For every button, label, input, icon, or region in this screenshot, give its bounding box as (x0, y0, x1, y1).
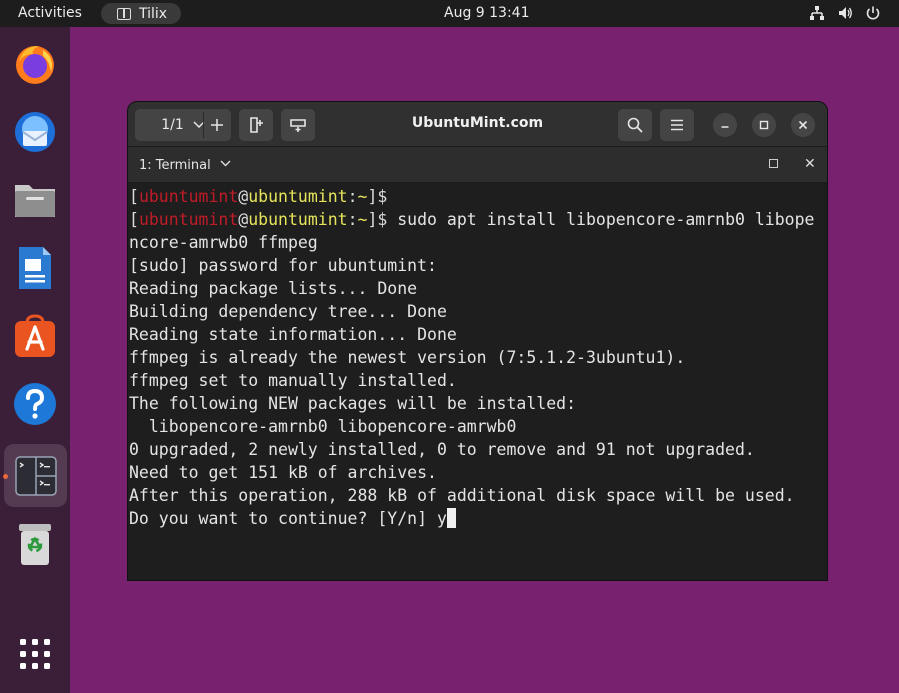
thunderbird-launcher[interactable] (12, 109, 58, 155)
question-text: Do you want to continue? [Y/n] y (129, 509, 447, 528)
output-line: Building dependency tree... Done (129, 302, 447, 321)
chevron-down-icon[interactable] (220, 160, 231, 167)
files-launcher[interactable] (12, 177, 58, 223)
system-tray[interactable] (809, 5, 881, 21)
show-apps-button[interactable] (12, 631, 58, 677)
output-line: [sudo] password for ubuntumint: (129, 256, 437, 275)
help-launcher[interactable] (12, 381, 58, 427)
command-text: sudo apt install libopencore-amrnb0 libo… (387, 210, 815, 229)
close-icon (798, 120, 808, 130)
maximize-button[interactable] (752, 113, 776, 137)
terminal-cursor (446, 508, 456, 528)
find-button[interactable] (618, 109, 652, 141)
menu-button[interactable] (660, 109, 694, 141)
thunderbird-icon (15, 112, 55, 152)
add-terminal-down-button[interactable] (281, 109, 315, 141)
firefox-icon (16, 46, 54, 84)
tilix-icon (14, 455, 57, 496)
dock (0, 27, 70, 693)
network-icon[interactable] (809, 5, 825, 21)
minimize-button[interactable] (713, 113, 737, 137)
split-right-icon (250, 117, 263, 133)
search-icon (627, 117, 643, 133)
split-divider (203, 112, 204, 138)
app-menu-button[interactable]: Tilix (101, 3, 181, 24)
terminal-output[interactable]: [ubuntumint@ubuntumint:~]$ [ubuntumint@ub… (128, 183, 827, 580)
split-down-icon (290, 119, 306, 132)
trash-launcher[interactable] (12, 521, 58, 567)
power-icon[interactable] (865, 5, 881, 21)
command-line: [ubuntumint@ubuntumint:~]$ sudo apt inst… (129, 210, 815, 229)
trash-icon (19, 524, 51, 565)
session-counter: 1/1 (161, 117, 184, 133)
show-apps-icon (20, 639, 50, 669)
files-icon (15, 185, 55, 217)
question-line: Do you want to continue? [Y/n] y (129, 507, 827, 530)
header-bar[interactable]: 1/1 UbuntuMint.com (128, 102, 827, 147)
minimize-icon (721, 126, 729, 128)
session-switcher-button[interactable]: 1/1 (135, 109, 231, 141)
output-line: 0 upgraded, 2 newly installed, 0 to remo… (129, 440, 755, 459)
activities-button[interactable]: Activities (18, 5, 82, 21)
prompt-line: [ubuntumint@ubuntumint:~]$ (129, 187, 388, 206)
plus-icon[interactable] (210, 118, 224, 132)
output-line: Need to get 151 kB of archives. (129, 463, 437, 482)
clock[interactable]: Aug 9 13:41 (444, 5, 530, 21)
hamburger-menu-icon (671, 119, 683, 131)
firefox-launcher[interactable] (12, 41, 58, 87)
output-line: Reading package lists... Done (129, 279, 418, 298)
terminal-titlebar[interactable]: 1: Terminal ✕ (128, 147, 827, 183)
close-button[interactable] (791, 113, 815, 137)
output-line: After this operation, 288 kB of addition… (129, 486, 795, 505)
output-line: Reading state information... Done (129, 325, 457, 344)
add-terminal-right-button[interactable] (239, 109, 273, 141)
app-center-icon (15, 314, 55, 357)
tilix-window: 1/1 UbuntuMint.com 1: Terminal ✕ [ubuntu… (127, 101, 828, 581)
volume-icon[interactable] (837, 5, 853, 21)
app-center-launcher[interactable] (12, 313, 58, 359)
output-line: The following NEW packages will be insta… (129, 394, 577, 413)
tilix-launcher[interactable] (4, 444, 67, 507)
top-bar: Activities Tilix Aug 9 13:41 (0, 0, 899, 27)
app-menu-label: Tilix (139, 5, 168, 22)
output-line: ffmpeg is already the newest version (7:… (129, 348, 686, 367)
command-wrap-line: ncore-amrwb0 ffmpeg (129, 233, 318, 252)
writer-launcher[interactable] (12, 245, 58, 291)
help-icon (14, 383, 56, 425)
output-line: libopencore-amrnb0 libopencore-amrwb0 (129, 417, 517, 436)
maximize-icon (759, 120, 769, 130)
libreoffice-writer-icon (19, 247, 51, 289)
terminal-maximize-icon[interactable] (769, 159, 778, 168)
tilix-small-icon (117, 7, 131, 20)
output-line: ffmpeg set to manually installed. (129, 371, 457, 390)
terminal-title[interactable]: 1: Terminal (139, 158, 211, 173)
terminal-close-icon[interactable]: ✕ (804, 157, 816, 171)
